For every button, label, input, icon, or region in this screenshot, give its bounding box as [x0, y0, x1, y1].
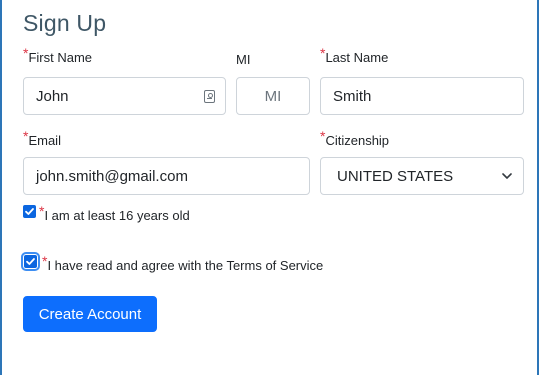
create-account-button[interactable]: Create Account — [23, 296, 157, 332]
age-confirm-label: *I am at least 16 years old — [39, 203, 190, 223]
citizenship-label: *Citizenship — [320, 128, 390, 148]
email-label: *Email — [23, 128, 61, 148]
last-name-input[interactable]: Smith — [320, 77, 524, 115]
mi-input[interactable]: MI — [236, 77, 310, 115]
required-marker: * — [320, 45, 326, 61]
required-marker: * — [23, 45, 29, 61]
mi-label: MI — [236, 52, 251, 67]
chevron-down-icon — [502, 173, 512, 179]
age-confirm-row: *I am at least 16 years old — [23, 203, 190, 223]
terms-label: *I have read and agree with the Terms of… — [42, 253, 324, 273]
last-name-label: *Last Name — [320, 45, 389, 65]
terms-row: *I have read and agree with the Terms of… — [21, 252, 324, 273]
checkmark-icon — [25, 208, 34, 215]
page-title: Sign Up — [23, 10, 107, 36]
checkmark-icon — [26, 258, 35, 265]
email-input[interactable]: john.smith@gmail.com — [23, 157, 310, 195]
required-marker: * — [23, 128, 29, 144]
contact-card-icon[interactable] — [204, 90, 215, 103]
terms-checkbox[interactable] — [21, 252, 40, 271]
required-marker: * — [320, 128, 326, 144]
first-name-input[interactable]: John — [23, 77, 226, 115]
age-confirm-checkbox[interactable] — [23, 205, 36, 218]
required-marker: * — [42, 253, 48, 269]
first-name-label: *First Name — [23, 45, 93, 65]
citizenship-select[interactable]: UNITED STATES — [320, 157, 524, 195]
frame-border-left — [0, 0, 2, 375]
required-marker: * — [39, 203, 45, 219]
